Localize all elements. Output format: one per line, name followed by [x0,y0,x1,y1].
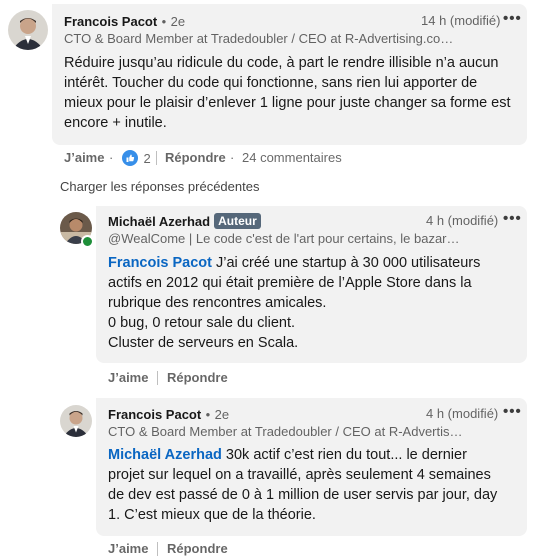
dot-separator: · [109,150,114,165]
reply-author-headline: CTO & Board Member at Tradedoubler / CEO… [108,424,463,439]
thumbs-up-reaction-icon [122,150,138,171]
connection-degree: 2e [214,407,230,422]
mention-link[interactable]: Michaël Azerhad [108,447,222,463]
mention-link[interactable]: Francois Pacot [108,255,212,271]
reply-author-line: Michaël Azerhad Auteur [108,213,261,231]
connection-degree: 2e [170,14,186,29]
divider [157,371,158,385]
more-horizontal-icon[interactable]: ••• [503,210,522,227]
reply-time: 4 h (modifié) [426,213,499,228]
reply-author-headline: @WealCome | Le code c'est de l'art pour … [108,231,463,246]
author-badge: Auteur [214,213,261,229]
reply-time: 4 h (modifié) [426,406,499,421]
reply-text-line: Cluster de serveurs en Scala. [108,335,299,351]
comment-text: Réduire jusqu’au ridicule du code, à par… [64,55,511,131]
like-button[interactable]: J’aime [108,541,148,556]
reaction-count: 2 [143,151,151,166]
divider [156,151,157,165]
load-previous-replies-link[interactable]: Charger les réponses précédentes [60,179,259,194]
like-button[interactable]: J’aime [108,370,148,385]
online-status-indicator [81,235,94,248]
bullet-separator: • [161,14,167,29]
more-horizontal-icon[interactable]: ••• [503,403,522,420]
comment-time: 14 h (modifié) [421,13,501,28]
more-horizontal-icon[interactable]: ••• [503,10,522,27]
reply-text: Michaël Azerhad 30k actif c’est rien du … [108,445,503,525]
dot-separator: · [230,150,235,165]
divider [157,542,158,556]
reply-button[interactable]: Répondre [167,370,228,385]
like-button[interactable]: J’aime [64,150,104,165]
bullet-separator: • [205,407,211,422]
reply-button[interactable]: Répondre [167,541,228,556]
reactions-count[interactable]: 2 [122,150,151,171]
reply-author-name[interactable]: Michaël Azerhad [108,214,210,229]
reply-button[interactable]: Répondre [165,150,226,165]
reply-text-line: 0 bug, 0 retour sale du client. [108,315,296,331]
reply-author-name[interactable]: Francois Pacot [108,407,201,422]
avatar-francois-pacot[interactable] [8,10,48,50]
comment-author-headline: CTO & Board Member at Tradedoubler / CEO… [64,31,464,46]
avatar-francois-pacot[interactable] [60,405,92,437]
comments-count-link[interactable]: 24 commentaires [242,150,342,165]
reply-author-line: Francois Pacot • 2e [108,406,229,424]
comment-author-line: Francois Pacot • 2e [64,13,185,31]
reply-text: Francois Pacot J’ai créé une startup à 3… [108,253,498,353]
comment-author-name[interactable]: Francois Pacot [64,14,157,29]
